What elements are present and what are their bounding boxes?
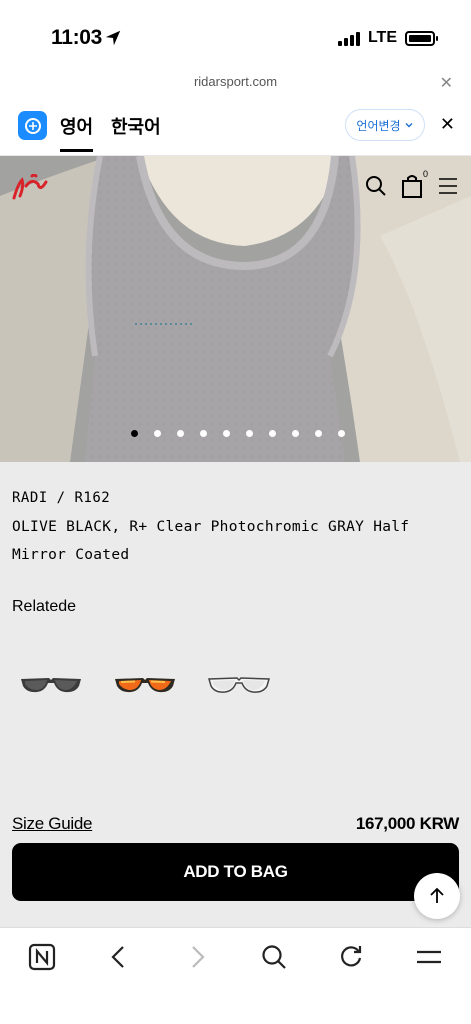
carousel-dot[interactable]: [291, 430, 299, 437]
carousel-dot[interactable]: [337, 430, 345, 437]
search-icon[interactable]: [365, 175, 387, 197]
header-icons: [365, 174, 459, 198]
refresh-icon: [341, 946, 362, 967]
battery-icon: [405, 30, 438, 46]
carousel-dot[interactable]: [130, 430, 138, 437]
scroll-to-top-button[interactable]: [414, 873, 460, 919]
translate-bar: 영어 한국어 언어변경 ✕: [0, 96, 471, 156]
product-price: 167,000 KRW: [355, 814, 459, 833]
black-sunglasses-icon: [21, 678, 81, 693]
add-to-bag-button[interactable]: ADD TO BAG: [12, 843, 459, 901]
carousel-dot[interactable]: [245, 430, 253, 437]
carousel-dots[interactable]: [0, 430, 471, 437]
search-icon: [262, 945, 286, 969]
cart-count: 0: [422, 169, 428, 179]
clear-sunglasses-icon: [208, 677, 270, 693]
tab-english[interactable]: 영어: [60, 113, 94, 152]
orange-sunglasses-icon: [115, 678, 175, 693]
back-icon: [111, 946, 124, 968]
size-guide-link[interactable]: Size Guide: [12, 814, 92, 834]
naver-home-button[interactable]: [27, 942, 57, 972]
related-products: [12, 658, 278, 712]
arrow-up-icon: [430, 887, 444, 903]
product-image-carousel[interactable]: 0: [0, 156, 471, 462]
close-translate-icon[interactable]: ✕: [440, 114, 455, 135]
tab-korean[interactable]: 한국어: [111, 113, 161, 139]
change-language-button[interactable]: 언어변경: [345, 109, 425, 141]
bag-icon[interactable]: [401, 174, 423, 198]
menu-button[interactable]: [414, 942, 444, 972]
carousel-dot[interactable]: [222, 430, 230, 437]
status-indicators: LTE: [337, 29, 438, 47]
carousel-dot[interactable]: [153, 430, 161, 437]
signal-icon: [337, 30, 360, 46]
network-label: LTE: [367, 29, 397, 46]
carousel-dot[interactable]: [199, 430, 207, 437]
product-brand: RADI / R162: [12, 490, 111, 506]
carousel-dot[interactable]: [268, 430, 276, 437]
chevron-down-icon: [405, 123, 413, 128]
location-arrow-icon: [105, 30, 121, 46]
related-label: Relatede: [12, 598, 77, 615]
back-button[interactable]: [104, 942, 134, 972]
menu-icon[interactable]: [437, 176, 459, 196]
url-text[interactable]: ridarsport.com: [0, 74, 471, 89]
product-photo: [0, 156, 471, 462]
status-time: 11:03: [51, 26, 103, 49]
product-info: RADI / R162 OLIVE BLACK, R+ Clear Photoc…: [0, 462, 471, 927]
forward-button[interactable]: [182, 942, 212, 972]
product-name: OLIVE BLACK, R+ Clear Photochromic GRAY …: [12, 519, 410, 563]
translate-icon[interactable]: [18, 111, 47, 140]
status-bar: 11:03 LTE: [0, 0, 471, 70]
refresh-button[interactable]: [336, 942, 366, 972]
change-language-label: 언어변경: [356, 118, 401, 133]
ridar-logo[interactable]: [12, 174, 52, 202]
menu-icon: [417, 950, 441, 964]
carousel-dot[interactable]: [176, 430, 184, 437]
close-icon[interactable]: ✕: [440, 73, 453, 93]
related-item-orange-sunglasses[interactable]: [106, 658, 184, 712]
url-bar[interactable]: ridarsport.com ✕: [0, 70, 471, 96]
search-button[interactable]: [259, 942, 289, 972]
naver-icon: [28, 943, 56, 971]
forward-icon: [192, 946, 205, 968]
browser-toolbar: [0, 927, 471, 1024]
related-item-black-sunglasses[interactable]: [12, 658, 90, 712]
carousel-dot[interactable]: [314, 430, 322, 437]
related-item-clear-sunglasses[interactable]: [200, 658, 278, 712]
